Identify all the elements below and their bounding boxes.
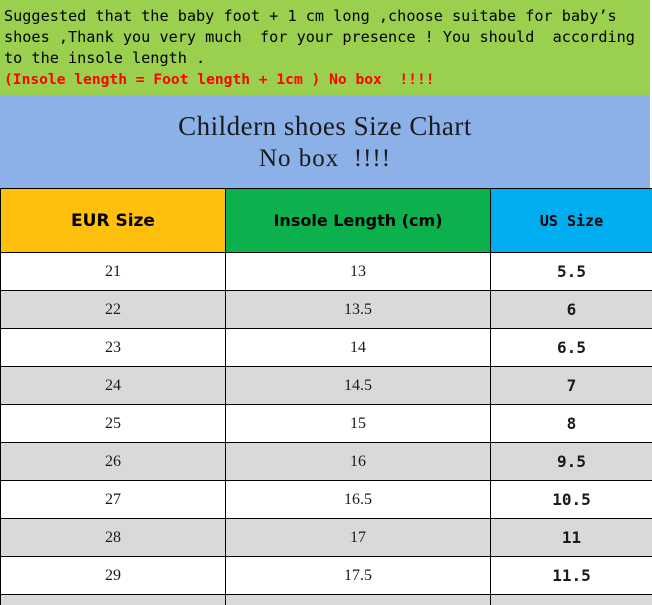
- table-row: 24 14.5 7: [0, 366, 652, 405]
- cell-eur-size: 30: [0, 594, 226, 605]
- cell-eur-size: 22: [0, 290, 226, 329]
- notice-line-3: to the insole length .: [4, 49, 206, 67]
- cell-eur-size: 23: [0, 328, 226, 367]
- table-row: 26 16 9.5: [0, 442, 652, 481]
- cell-us-size: 11: [490, 518, 652, 557]
- cell-us-size: 8: [490, 404, 652, 443]
- cell-eur-size: 26: [0, 442, 226, 481]
- cell-us-size: 11.5: [490, 556, 652, 595]
- notice-banner: Suggested that the baby foot + 1 cm long…: [0, 0, 652, 95]
- notice-line-2: shoes ,Thank you very much for your pres…: [4, 28, 635, 46]
- cell-eur-size: 21: [0, 252, 226, 291]
- cell-us-size: 10.5: [490, 480, 652, 519]
- cell-us-size: 6: [490, 290, 652, 329]
- table-header: EUR Size Insole Length (cm) US Size: [0, 188, 652, 253]
- cell-us-size: 5.5: [490, 252, 652, 291]
- cell-insole-length: 15: [225, 404, 491, 443]
- table-row: 23 14 6.5: [0, 328, 652, 367]
- page-title: Childern shoes Size Chart: [178, 110, 472, 141]
- table-row: 30 18 12.5: [0, 594, 652, 605]
- cell-insole-length: 16: [225, 442, 491, 481]
- chart-title-block: Childern shoes Size Chart No box !!!!: [0, 95, 652, 188]
- cell-eur-size: 25: [0, 404, 226, 443]
- cell-insole-length: 16.5: [225, 480, 491, 519]
- column-header-eur-size: EUR Size: [0, 188, 226, 253]
- cell-insole-length: 14.5: [225, 366, 491, 405]
- cell-us-size: 12.5: [490, 594, 652, 605]
- cell-insole-length: 17.5: [225, 556, 491, 595]
- column-header-insole-length: Insole Length (cm): [225, 188, 491, 253]
- cell-insole-length: 13: [225, 252, 491, 291]
- cell-us-size: 6.5: [490, 328, 652, 367]
- table-row: 29 17.5 11.5: [0, 556, 652, 595]
- cell-insole-length: 18: [225, 594, 491, 605]
- table-row: 21 13 5.5: [0, 252, 652, 291]
- table-header-row: EUR Size Insole Length (cm) US Size: [0, 188, 652, 253]
- notice-line-1: Suggested that the baby foot + 1 cm long…: [4, 7, 617, 25]
- cell-eur-size: 29: [0, 556, 226, 595]
- cell-eur-size: 28: [0, 518, 226, 557]
- cell-eur-size: 27: [0, 480, 226, 519]
- size-chart-table: EUR Size Insole Length (cm) US Size 21 1…: [0, 188, 652, 605]
- notice-line-red: (Insole length = Foot length + 1cm ) No …: [4, 71, 435, 88]
- cell-eur-size: 24: [0, 366, 226, 405]
- cell-insole-length: 14: [225, 328, 491, 367]
- page-subtitle: No box !!!!: [258, 144, 392, 172]
- table-row: 22 13.5 6: [0, 290, 652, 329]
- table-row: 28 17 11: [0, 518, 652, 557]
- size-chart-page: Suggested that the baby foot + 1 cm long…: [0, 0, 652, 605]
- cell-us-size: 9.5: [490, 442, 652, 481]
- table-row: 27 16.5 10.5: [0, 480, 652, 519]
- cell-insole-length: 13.5: [225, 290, 491, 329]
- column-header-us-size: US Size: [490, 188, 652, 253]
- table-row: 25 15 8: [0, 404, 652, 443]
- table-body: 21 13 5.5 22 13.5 6 23 14 6.5 24 14.5 7 …: [0, 252, 652, 605]
- cell-us-size: 7: [490, 366, 652, 405]
- cell-insole-length: 17: [225, 518, 491, 557]
